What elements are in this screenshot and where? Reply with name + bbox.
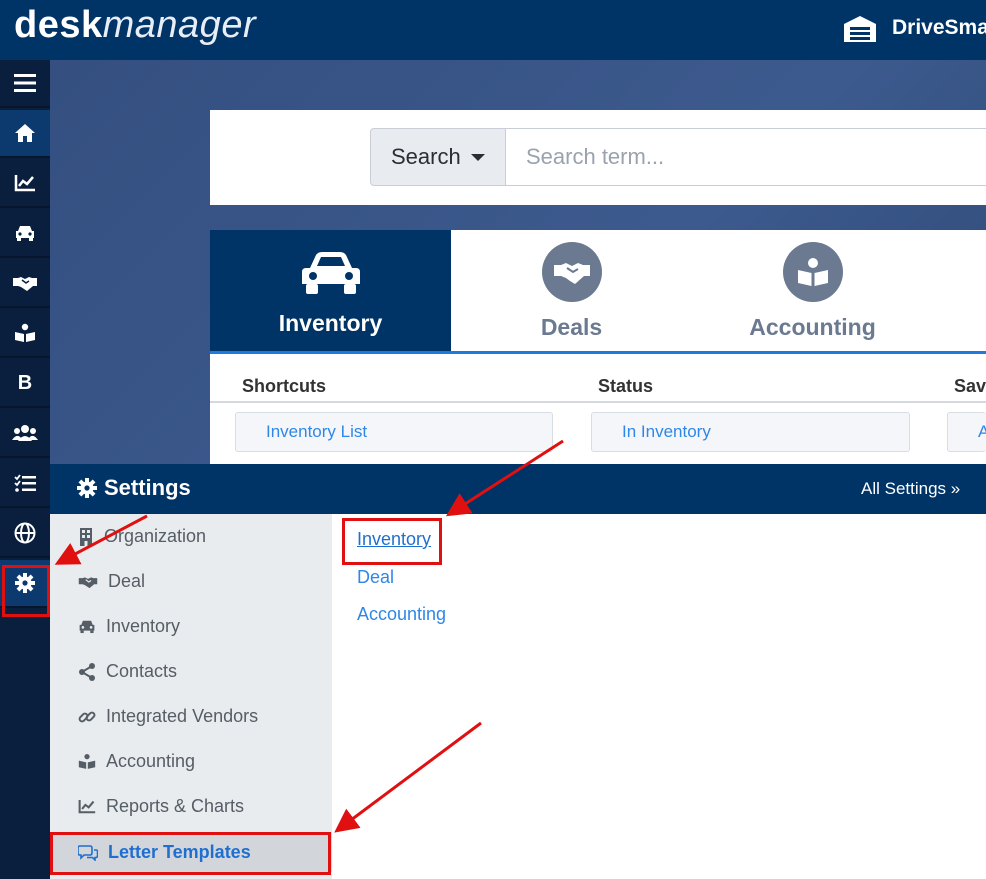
status-in-inventory[interactable]: In Inventory <box>591 412 910 452</box>
shortcuts-heading: Shortcuts <box>210 376 572 403</box>
highlight-letter-templates <box>50 832 331 875</box>
shortcut-inventory-list-label: Inventory List <box>266 422 368 441</box>
settings-content <box>332 514 986 879</box>
saved-item[interactable]: A <box>947 412 986 452</box>
dealership-icon <box>844 16 876 42</box>
settings-title-text: Settings <box>104 475 191 500</box>
rail-web[interactable] <box>0 510 50 558</box>
users-icon <box>12 425 38 441</box>
car-icon <box>79 620 95 634</box>
rail-reports[interactable] <box>0 160 50 208</box>
chart-line-icon <box>78 799 96 814</box>
rail-b[interactable]: B <box>0 360 50 408</box>
shortcuts-title: Shortcuts <box>242 376 327 396</box>
tab-accounting-label: Accounting <box>749 314 876 340</box>
book-reader-icon <box>78 753 96 769</box>
status-heading: Status <box>566 376 928 403</box>
search-input[interactable] <box>505 128 986 186</box>
globe-icon <box>14 522 36 544</box>
deals-icon-circle <box>541 242 602 302</box>
rail-accounting[interactable] <box>0 310 50 358</box>
settings-title: Settings <box>76 475 191 501</box>
rail-inventory[interactable] <box>0 210 50 258</box>
tasks-icon <box>14 474 36 492</box>
share-icon <box>79 662 95 681</box>
rail-contacts[interactable] <box>0 410 50 458</box>
settings-menu-accounting-label: Accounting <box>106 751 196 771</box>
gear-icon <box>77 478 97 498</box>
settings-menu-organization[interactable]: Organization <box>50 514 332 559</box>
rail-menu[interactable] <box>0 60 50 108</box>
rail-deals[interactable] <box>0 260 50 308</box>
settings-menu-reports-charts-label: Reports & Charts <box>106 796 245 816</box>
car-icon <box>16 226 34 241</box>
left-rail: B <box>0 60 50 879</box>
rail-tasks[interactable] <box>0 460 50 508</box>
rail-home[interactable] <box>0 110 50 158</box>
app-logo[interactable]: deskmanager <box>14 4 256 47</box>
saved-heading: Sav <box>922 376 986 403</box>
book-reader-icon <box>15 323 35 342</box>
tab-accounting[interactable]: Accounting <box>692 230 933 352</box>
caret-down-icon <box>470 153 485 161</box>
saved-item-label: A <box>978 422 986 441</box>
tab-deals-label: Deals <box>540 314 603 340</box>
settings-menu-reports-charts[interactable]: Reports & Charts <box>50 784 332 829</box>
tab-inventory-label: Inventory <box>278 310 383 336</box>
dealer-name: DriveSma <box>892 16 986 39</box>
tab-underline <box>210 351 986 354</box>
settings-menu-integrated-vendors[interactable]: Integrated Vendors <box>50 694 332 739</box>
settings-menu-deal-label: Deal <box>108 571 146 591</box>
b-letter-icon: B <box>17 371 33 394</box>
settings-menu-organization-label: Organization <box>104 526 207 546</box>
chart-line-icon <box>14 175 35 192</box>
highlight-settings-rail <box>2 565 50 617</box>
settings-menu-deal[interactable]: Deal <box>50 559 332 604</box>
settings-link-accounting[interactable]: Accounting <box>357 604 446 625</box>
logo-italic-text: manager <box>102 4 257 46</box>
car-icon <box>301 252 360 294</box>
tab-inventory[interactable]: Inventory <box>210 230 451 352</box>
settings-menu-contacts-label: Contacts <box>106 661 178 681</box>
shortcut-inventory-list[interactable]: Inventory List <box>235 412 553 452</box>
all-settings-link[interactable]: All Settings » <box>861 479 960 499</box>
building-icon <box>80 527 92 546</box>
handshake-icon <box>13 277 37 291</box>
settings-link-deal[interactable]: Deal <box>357 567 394 588</box>
settings-menu-accounting[interactable]: Accounting <box>50 739 332 784</box>
home-icon <box>15 124 35 142</box>
search-type-dropdown[interactable]: Search <box>370 128 506 186</box>
dealer-selector[interactable]: DriveSma <box>842 14 986 42</box>
tab-deals[interactable]: Deals <box>451 230 692 352</box>
handshake-icon <box>553 263 590 284</box>
settings-menu-integrated-vendors-label: Integrated Vendors <box>106 706 259 726</box>
settings-menu-contacts[interactable]: Contacts <box>50 649 332 694</box>
book-reader-icon <box>797 258 828 286</box>
status-title: Status <box>598 376 654 396</box>
highlight-inventory-link <box>342 518 442 565</box>
settings-menu-inventory[interactable]: Inventory <box>50 604 332 649</box>
saved-title: Sav <box>954 376 986 396</box>
handshake-icon <box>78 576 98 588</box>
search-type-label: Search <box>391 144 461 169</box>
settings-menu-inventory-label: Inventory <box>106 616 181 636</box>
status-in-inventory-label: In Inventory <box>622 422 711 441</box>
menu-icon <box>14 74 36 92</box>
accounting-icon-circle <box>782 242 843 302</box>
link-icon <box>78 711 96 722</box>
logo-bold-text: desk <box>14 4 103 46</box>
